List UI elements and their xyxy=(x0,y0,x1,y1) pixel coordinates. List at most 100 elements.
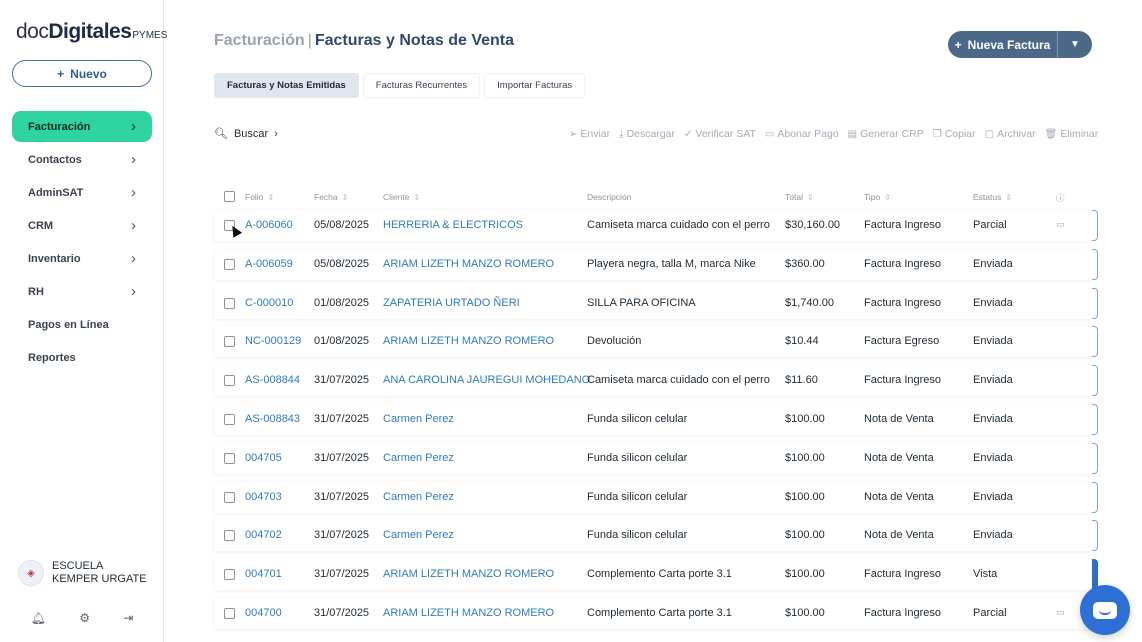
cell-cliente[interactable]: Carmen Perez xyxy=(383,452,454,464)
chevron-down-icon[interactable]: ▼ xyxy=(1058,39,1092,50)
cell-cliente[interactable]: Carmen Perez xyxy=(383,529,454,541)
cell-folio[interactable]: C-000010 xyxy=(245,297,293,309)
partial-payment-icon[interactable]: ▭ xyxy=(1056,607,1065,618)
tab-bar: Facturas y Notas Emitidas Facturas Recurr… xyxy=(214,73,586,98)
row-status-indicator xyxy=(1092,287,1098,319)
table-row[interactable]: 004700 31/07/2025 ARIAM LIZETH MANZO ROMER… xyxy=(214,597,1098,629)
sidebar-item-facturacion[interactable]: Facturación › xyxy=(12,111,152,142)
breadcrumb[interactable]: Facturación xyxy=(214,32,305,49)
table-row[interactable]: C-000010 01/08/2025 ZAPATERIA URTADO ÑERI S… xyxy=(214,287,1098,319)
table-row[interactable]: AS-008843 31/07/2025 Carmen Perez Funda sil… xyxy=(214,403,1098,435)
abonar-pago-button[interactable]: ▭ Abonar Pago xyxy=(765,128,839,140)
table-row[interactable]: 004703 31/07/2025 Carmen Perez Funda silico… xyxy=(214,481,1098,513)
row-checkbox[interactable] xyxy=(224,530,235,542)
eliminar-button[interactable]: 🗑︎ Eliminar xyxy=(1045,128,1099,140)
chat-support-button[interactable] xyxy=(1080,585,1130,635)
chevron-right-icon: › xyxy=(274,127,278,140)
tab-facturas-recurrentes[interactable]: Facturas Recurrentes xyxy=(362,73,481,98)
table-row[interactable]: A-006060 05/08/2025 HERRERIA & ELECTRICOS C… xyxy=(214,210,1098,241)
cell-folio[interactable]: NC-000129 xyxy=(245,335,301,347)
cell-folio[interactable]: 004702 xyxy=(245,529,282,541)
tab-importar-facturas[interactable]: Importar Facturas xyxy=(484,73,586,98)
row-checkbox[interactable] xyxy=(224,607,235,619)
organization[interactable]: ◈ ESCUELA KEMPER URGATE xyxy=(18,560,152,586)
column-header-tipo[interactable]: Tipo ⇕ xyxy=(864,192,891,202)
column-header-descripcion[interactable]: Descripción xyxy=(587,192,631,202)
row-checkbox[interactable] xyxy=(224,375,235,387)
column-header-estatus[interactable]: Estatus ⇕ xyxy=(973,192,1012,202)
row-checkbox[interactable] xyxy=(224,336,235,348)
table-row[interactable]: 004701 31/07/2025 ARIAM LIZETH MANZO ROMER… xyxy=(214,559,1098,591)
bell-icon[interactable]: 🔔︎ xyxy=(31,611,46,625)
row-checkbox[interactable] xyxy=(224,491,235,503)
row-checkbox[interactable] xyxy=(224,569,235,581)
cell-cliente[interactable]: ARIAM LIZETH MANZO ROMERO xyxy=(383,258,554,270)
column-header-folio[interactable]: Folio ⇕ xyxy=(245,192,274,202)
column-header-total[interactable]: Total ⇕ xyxy=(785,192,814,202)
generar-crp-button[interactable]: ▤ Generar CRP xyxy=(848,128,924,140)
cell-cliente[interactable]: Carmen Perez xyxy=(383,491,454,503)
info-icon[interactable]: ⓘ xyxy=(1056,192,1065,204)
row-checkbox[interactable] xyxy=(224,413,235,425)
table-row[interactable]: AS-008844 31/07/2025 ANA CAROLINA JAUREGUI… xyxy=(214,365,1098,397)
toolbar-label: Archivar xyxy=(997,128,1036,140)
table-row[interactable]: 004702 31/07/2025 Carmen Perez Funda silico… xyxy=(214,520,1098,552)
sidebar-item-label: Reportes xyxy=(28,351,76,364)
cell-cliente[interactable]: ZAPATERIA URTADO ÑERI xyxy=(383,297,520,309)
logo-text-digitales: Digitales xyxy=(48,20,132,43)
column-header-fecha[interactable]: Fecha ⇕ xyxy=(314,192,348,202)
row-checkbox[interactable] xyxy=(224,258,235,270)
cell-cliente[interactable]: ANA CAROLINA JAUREGUI MOHEDANO xyxy=(383,374,590,386)
descargar-button[interactable]: ⤓ Descargar xyxy=(619,128,675,140)
cell-cliente[interactable]: ARIAM LIZETH MANZO ROMERO xyxy=(383,568,554,580)
cell-folio[interactable]: A-006059 xyxy=(245,258,293,270)
sidebar-item-crm[interactable]: CRM › xyxy=(12,210,152,241)
cell-cliente[interactable]: ARIAM LIZETH MANZO ROMERO xyxy=(383,335,554,347)
sidebar-item-pagos-en-linea[interactable]: Pagos en Línea xyxy=(12,309,152,340)
cell-folio[interactable]: 004700 xyxy=(245,607,282,619)
partial-payment-icon[interactable]: ▭ xyxy=(1056,219,1065,230)
sidebar-item-reportes[interactable]: Reportes xyxy=(12,342,152,373)
cell-folio[interactable]: AS-008844 xyxy=(245,374,300,386)
cell-total: $1,740.00 xyxy=(785,296,834,309)
verificar-sat-button[interactable]: ✓ Verificar SAT xyxy=(684,128,756,140)
cell-cliente[interactable]: ARIAM LIZETH MANZO ROMERO xyxy=(383,607,554,619)
sidebar-item-label: Pagos en Línea xyxy=(28,318,109,331)
table-row[interactable]: 004705 31/07/2025 Carmen Perez Funda silico… xyxy=(214,442,1098,474)
sidebar-item-adminsat[interactable]: AdminSAT › xyxy=(12,177,152,208)
select-all-checkbox[interactable] xyxy=(224,191,235,202)
enviar-button[interactable]: ➢ Enviar xyxy=(569,128,610,140)
cell-cliente[interactable]: Carmen Perez xyxy=(383,413,454,425)
archivar-button[interactable]: ▢ Archivar xyxy=(985,128,1036,140)
table-row[interactable]: A-006059 05/08/2025 ARIAM LIZETH MANZO ROM… xyxy=(214,248,1098,280)
breadcrumb-separator: | xyxy=(307,32,312,49)
cell-folio[interactable]: A-006060 xyxy=(245,219,293,231)
chevron-right-icon: › xyxy=(131,250,136,267)
folder-icon: ▢ xyxy=(984,128,995,140)
cell-descripcion: Playera negra, talla M, marca Nike xyxy=(587,257,756,270)
cell-folio[interactable]: 004703 xyxy=(245,491,282,503)
cell-folio[interactable]: 004705 xyxy=(245,452,282,464)
copiar-button[interactable]: ❐ Copiar xyxy=(933,128,976,140)
sidebar-item-contactos[interactable]: Contactos › xyxy=(12,144,152,175)
new-button[interactable]: + Nuevo xyxy=(12,60,152,87)
cell-tipo: Factura Ingreso xyxy=(864,374,942,387)
cell-folio[interactable]: 004701 xyxy=(245,568,282,580)
gear-icon[interactable]: ⚙︎ xyxy=(79,611,90,625)
logout-icon[interactable]: ⇥ xyxy=(123,611,133,625)
cell-cliente[interactable]: HERRERIA & ELECTRICOS xyxy=(383,219,523,231)
row-checkbox[interactable] xyxy=(224,452,235,464)
brand-logo[interactable]: docDigitalesPYMES xyxy=(16,20,167,44)
search-toggle[interactable]: 🔍︎ Buscar › xyxy=(214,127,278,141)
copy-icon: ❐ xyxy=(932,128,942,140)
cell-folio[interactable]: AS-008843 xyxy=(245,413,300,425)
new-invoice-button[interactable]: + Nueva Factura xyxy=(948,31,1058,58)
column-header-cliente[interactable]: Cliente ⇕ xyxy=(383,192,420,202)
tab-facturas-y-notas-emitidas[interactable]: Facturas y Notas Emitidas xyxy=(214,73,359,98)
cell-estatus: Parcial xyxy=(973,219,1007,231)
toolbar-label: Copiar xyxy=(944,128,976,140)
sidebar-item-rh[interactable]: RH › xyxy=(12,276,152,307)
row-checkbox[interactable] xyxy=(224,297,235,309)
sidebar-item-inventario[interactable]: Inventario › xyxy=(12,243,152,274)
table-row[interactable]: NC-000129 01/08/2025 ARIAM LIZETH MANZO RO… xyxy=(214,326,1098,358)
